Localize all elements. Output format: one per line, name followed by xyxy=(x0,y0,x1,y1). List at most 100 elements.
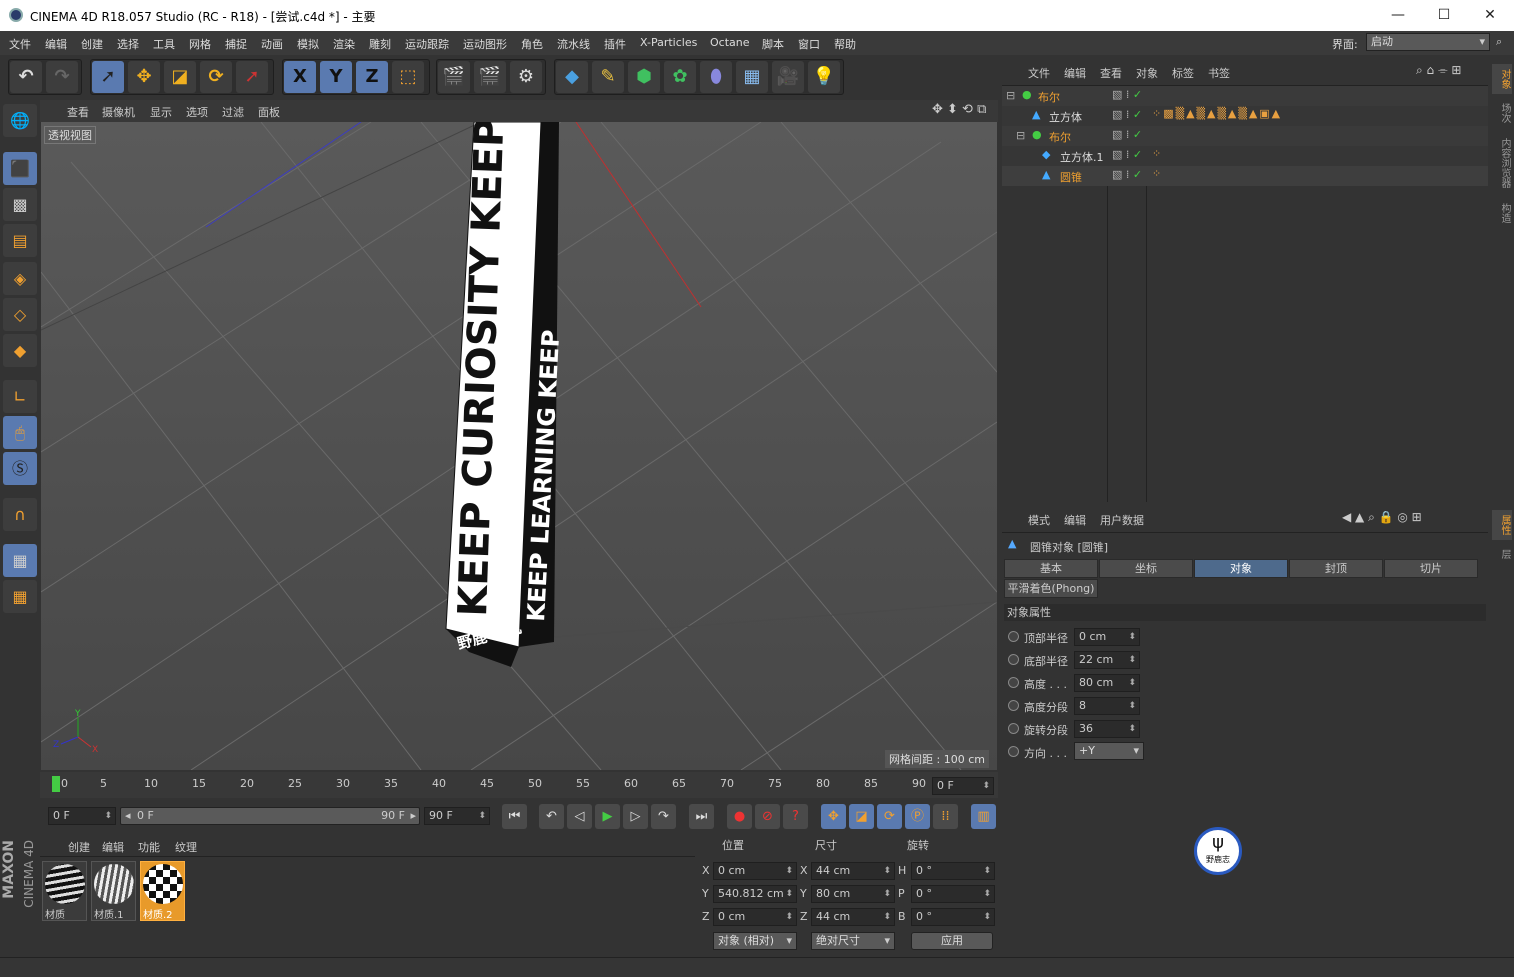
menu-animate[interactable]: 动画 xyxy=(261,36,283,52)
attr-nav-icons[interactable]: ◀ ▲ ⌕ 🔒 ◎ ⊞ xyxy=(1342,510,1422,525)
render-picture-viewer-icon[interactable]: 🎬 xyxy=(474,61,506,93)
coord-mode-dropdown[interactable]: 对象 (相对) xyxy=(713,932,797,950)
move-tool-icon[interactable]: ✥ xyxy=(128,61,160,93)
key-param-icon[interactable]: Ⓟ xyxy=(905,804,930,829)
objmgr-menu-object[interactable]: 对象 xyxy=(1136,65,1158,81)
viewport-nav-icons[interactable]: ✥ ⬍ ⟲ ⧉ xyxy=(932,102,986,117)
key-pla-icon[interactable]: ⁞⁞ xyxy=(933,804,958,829)
coordinate-system-icon[interactable]: ⬚ xyxy=(392,61,424,93)
y-axis-button[interactable]: Y xyxy=(320,61,352,93)
deformer-icon[interactable]: ⬮ xyxy=(700,61,732,93)
viewport-menu-view[interactable]: 查看 xyxy=(67,104,89,120)
timeline-window-icon[interactable]: ▥ xyxy=(971,804,996,829)
tab-caps[interactable]: 封顶 xyxy=(1289,559,1383,578)
material-menu-edit[interactable]: 编辑 xyxy=(102,839,124,855)
search-icon[interactable]: ⌕ xyxy=(1496,35,1502,49)
viewport-menu-cameras[interactable]: 摄像机 xyxy=(102,104,135,120)
z-axis-button[interactable]: Z xyxy=(356,61,388,93)
vtab-objects[interactable]: 对象 xyxy=(1492,64,1512,94)
tag-icons[interactable]: ⁘▩▒▲▒▲▒▲▒▲▣▲ xyxy=(1152,107,1282,120)
bottom-radius-field[interactable]: 22 cm xyxy=(1074,651,1140,669)
texture-mode-icon[interactable]: ▩ xyxy=(3,188,37,221)
size-y-field[interactable]: 80 cm xyxy=(811,885,895,903)
prev-frame-icon[interactable]: ◁ xyxy=(567,804,592,829)
objmgr-menu-view[interactable]: 查看 xyxy=(1100,65,1122,81)
attr-menu-edit[interactable]: 编辑 xyxy=(1064,512,1086,528)
objmgr-menu-edit[interactable]: 编辑 xyxy=(1064,65,1086,81)
anim-radio[interactable] xyxy=(1008,746,1019,757)
anim-radio[interactable] xyxy=(1008,677,1019,688)
undo-icon[interactable]: ↶ xyxy=(10,61,42,93)
rotate-tool-icon[interactable]: ⟳ xyxy=(200,61,232,93)
subdivision-icon[interactable]: ⬢ xyxy=(628,61,660,93)
menu-octane[interactable]: Octane xyxy=(710,36,750,49)
menu-window[interactable]: 窗口 xyxy=(798,36,820,52)
tag-icons[interactable]: ⁘ xyxy=(1152,147,1161,160)
visibility-icon[interactable]: ▧ ⁞ ✓ xyxy=(1112,168,1142,181)
objmgr-menu-file[interactable]: 文件 xyxy=(1028,65,1050,81)
object-row-cube-1[interactable]: ◆ 立方体.1 ▧ ⁞ ✓ ⁘ xyxy=(1002,146,1488,166)
tab-basic[interactable]: 基本 xyxy=(1004,559,1098,578)
current-frame-field[interactable]: 0 F xyxy=(932,777,994,795)
points-mode-icon[interactable]: ◈ xyxy=(3,262,37,295)
make-editable-icon[interactable]: 🌐 xyxy=(3,104,37,137)
tag-icons[interactable]: ⁘ xyxy=(1152,167,1161,180)
polygons-mode-icon[interactable]: ◆ xyxy=(3,334,37,367)
menu-snap[interactable]: 捕捉 xyxy=(225,36,247,52)
material-menu-function[interactable]: 功能 xyxy=(138,839,160,855)
menu-pipeline[interactable]: 流水线 xyxy=(557,36,590,52)
object-row-boole-2[interactable]: ⊟ ● 布尔 ▧ ⁞ ✓ xyxy=(1002,126,1488,146)
enable-axis-icon[interactable]: ∟ xyxy=(3,380,37,413)
key-rotation-icon[interactable]: ⟳ xyxy=(877,804,902,829)
menu-file[interactable]: 文件 xyxy=(9,36,31,52)
menu-script[interactable]: 脚本 xyxy=(762,36,784,52)
object-row-boole[interactable]: ⊟ ● 布尔 ▧ ⁞ ✓ xyxy=(1002,86,1488,106)
redo-icon[interactable]: ↷ xyxy=(46,61,78,93)
anim-radio[interactable] xyxy=(1008,700,1019,711)
rotation-b-field[interactable]: 0 ° xyxy=(911,908,995,926)
3d-viewport[interactable]: KEEP CURIOSITY KEEP KEEP LEARNING KEEP 野… xyxy=(41,122,997,770)
vtab-attributes[interactable]: 属性 xyxy=(1492,510,1512,540)
menu-motion-tracking[interactable]: 运动跟踪 xyxy=(405,36,449,52)
play-icon[interactable]: ▶ xyxy=(595,804,620,829)
key-position-icon[interactable]: ✥ xyxy=(821,804,846,829)
viewport-menu-display[interactable]: 显示 xyxy=(150,104,172,120)
menu-xparticles[interactable]: X-Particles xyxy=(640,36,697,49)
magnet-icon[interactable]: ∩ xyxy=(3,498,37,531)
position-y-field[interactable]: 540.812 cm xyxy=(713,885,797,903)
tab-phong[interactable]: 平滑着色(Phong) xyxy=(1004,579,1098,598)
prev-key-icon[interactable]: ↶ xyxy=(539,804,564,829)
close-button[interactable]: ✕ xyxy=(1467,0,1513,31)
pen-tool-icon[interactable]: ✎ xyxy=(592,61,624,93)
menu-render[interactable]: 渲染 xyxy=(333,36,355,52)
vtab-layers[interactable]: 层 xyxy=(1492,544,1512,564)
lock-workplane-icon[interactable]: ▦ xyxy=(3,544,37,577)
snap-s-icon[interactable]: Ⓢ xyxy=(3,452,37,485)
visibility-icon[interactable]: ▧ ⁞ ✓ xyxy=(1112,88,1142,101)
material-swatch-2[interactable]: 材质.2 xyxy=(140,861,185,921)
anim-radio[interactable] xyxy=(1008,654,1019,665)
start-frame-field[interactable]: 0 F xyxy=(48,807,116,825)
menu-character[interactable]: 角色 xyxy=(521,36,543,52)
anim-radio[interactable] xyxy=(1008,723,1019,734)
x-axis-button[interactable]: X xyxy=(284,61,316,93)
maximize-button[interactable]: ☐ xyxy=(1421,0,1467,31)
tab-object[interactable]: 对象 xyxy=(1194,559,1288,578)
menu-mograph[interactable]: 运动图形 xyxy=(463,36,507,52)
position-z-field[interactable]: 0 cm xyxy=(713,908,797,926)
visibility-icon[interactable]: ▧ ⁞ ✓ xyxy=(1112,128,1142,141)
rotation-h-field[interactable]: 0 ° xyxy=(911,862,995,880)
timeline[interactable]: 0 5 10 15 20 25 30 35 40 45 50 55 60 65 … xyxy=(40,772,998,798)
menu-mesh[interactable]: 网格 xyxy=(189,36,211,52)
planar-workplane-icon[interactable]: ▦ xyxy=(3,580,37,613)
menu-create[interactable]: 创建 xyxy=(81,36,103,52)
light-icon[interactable]: 💡 xyxy=(808,61,840,93)
render-view-icon[interactable]: 🎬 xyxy=(438,61,470,93)
viewport-menu-panel[interactable]: 面板 xyxy=(258,104,280,120)
tab-slice[interactable]: 切片 xyxy=(1384,559,1478,578)
workplane-mode-icon[interactable]: ▤ xyxy=(3,224,37,257)
camera-icon[interactable]: 🎥 xyxy=(772,61,804,93)
attr-menu-userdata[interactable]: 用户数据 xyxy=(1100,512,1144,528)
recent-tool-icon[interactable]: ➚ xyxy=(236,61,268,93)
vtab-takes[interactable]: 场次 xyxy=(1492,98,1512,128)
